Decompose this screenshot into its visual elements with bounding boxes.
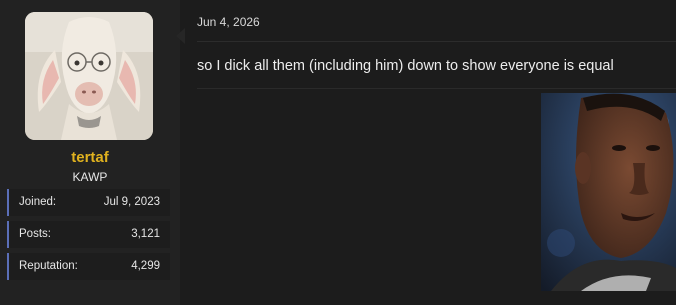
- stat-label: Joined:: [19, 196, 57, 208]
- stat-label: Posts:: [19, 228, 51, 240]
- post-date[interactable]: Jun 4, 2026: [197, 15, 260, 29]
- user-avatar[interactable]: [25, 12, 153, 140]
- post-pointer-arrow: [176, 28, 185, 44]
- post-message: so I dick all them (including him) down …: [197, 58, 614, 74]
- stat-reputation: Reputation: 4,299: [7, 253, 170, 280]
- stat-label: Reputation:: [19, 260, 78, 272]
- goat-avatar-icon: [25, 12, 153, 140]
- stat-value: Jul 9, 2023: [103, 196, 160, 208]
- man-reaction-photo-icon: [541, 93, 676, 291]
- divider: [197, 88, 676, 89]
- attached-image[interactable]: [541, 93, 676, 291]
- user-sidebar: tertaf KAWP Joined: Jul 9, 2023 Posts: 3…: [0, 0, 180, 305]
- user-title: KAWP: [72, 170, 108, 184]
- stat-joined: Joined: Jul 9, 2023: [7, 189, 170, 216]
- stat-value[interactable]: 3,121: [131, 228, 160, 240]
- post-body: Jun 4, 2026 so I dick all them (includin…: [185, 0, 676, 305]
- stat-value: 4,299: [131, 260, 160, 272]
- stat-posts: Posts: 3,121: [7, 221, 170, 248]
- divider: [197, 41, 676, 42]
- username[interactable]: tertaf: [0, 149, 180, 166]
